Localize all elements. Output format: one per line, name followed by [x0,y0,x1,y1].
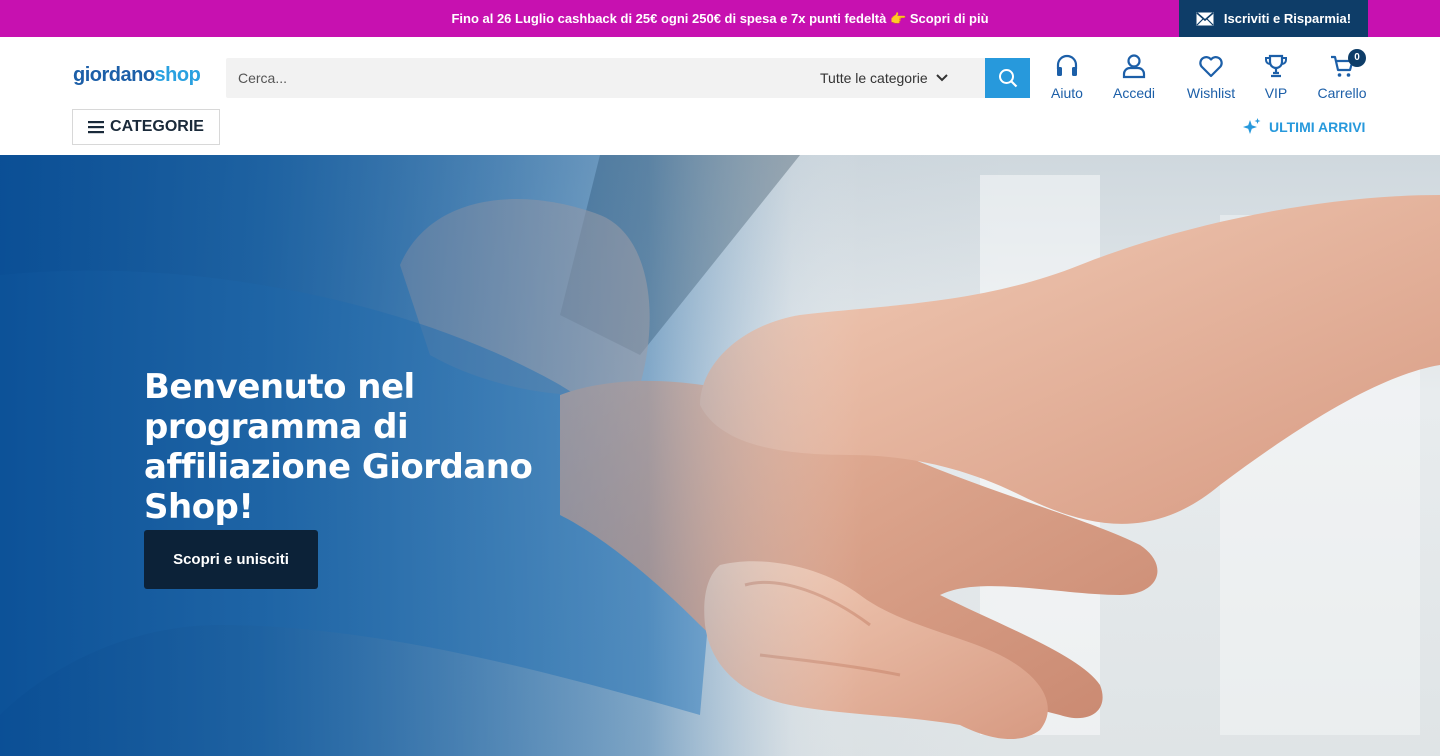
search-icon [998,69,1017,88]
sparkle-icon [1243,118,1261,134]
category-select-label: Tutte le categorie [820,70,928,86]
heart-icon [1199,56,1223,78]
pointing-hand-icon: 👉 [890,11,907,26]
chevron-down-icon [935,74,948,82]
nav-aiuto[interactable]: Aiuto [1044,53,1090,101]
subscribe-label: Iscriviti e Risparmia! [1223,11,1352,26]
nav-accedi[interactable]: Accedi [1107,53,1161,101]
join-affiliate-button[interactable]: Scopri e unisciti [144,530,318,589]
cart-count-badge: 0 [1348,49,1366,67]
search-button[interactable] [985,58,1030,98]
hamburger-icon [88,121,105,134]
subscribe-button[interactable]: Iscriviti e Risparmia! [1179,0,1368,37]
category-select[interactable]: Tutte le categorie [820,58,965,98]
trophy-icon [1265,54,1287,78]
new-arrivals-label: ULTIMI ARRIVI [1269,119,1366,135]
nav-vip[interactable]: VIP [1256,53,1296,101]
nav-vip-label: VIP [1264,85,1288,101]
categories-label: CATEGORIE [110,118,204,135]
nav-wishlist-label: Wishlist [1186,85,1236,101]
search-input[interactable] [226,58,806,98]
nav-accedi-label: Accedi [1112,85,1156,101]
user-icon [1122,54,1146,79]
logo[interactable]: giordano shop [73,64,201,90]
new-arrivals-link[interactable]: ULTIMI ARRIVI [1242,117,1365,137]
headphones-icon [1056,54,1078,76]
logo-part1: giordano [73,64,155,86]
logo-part2: shop [154,64,201,86]
nav-carrello[interactable]: Carrello 0 [1312,49,1372,101]
promo-bar: Fino al 26 Luglio cashback di 25€ ogni 2… [0,0,1440,37]
categories-button[interactable]: CATEGORIE [72,109,220,145]
nav-carrello-label: Carrello [1317,85,1367,101]
nav-wishlist[interactable]: Wishlist [1180,53,1242,101]
promo-message: Fino al 26 Luglio cashback di 25€ ogni 2… [451,11,887,26]
nav-aiuto-label: Aiuto [1051,85,1083,101]
promo-cta[interactable]: Scopri di più [910,11,989,26]
hero-title: Benvenuto nel programma di affiliazione … [144,367,533,527]
hero-banner: Benvenuto nel programma di affiliazione … [0,155,1440,756]
site-header: giordanoshop Tutte le categorie Aiuto [0,37,1440,155]
search-bar: Tutte le categorie [226,58,1030,98]
mail-icon [1196,11,1214,25]
